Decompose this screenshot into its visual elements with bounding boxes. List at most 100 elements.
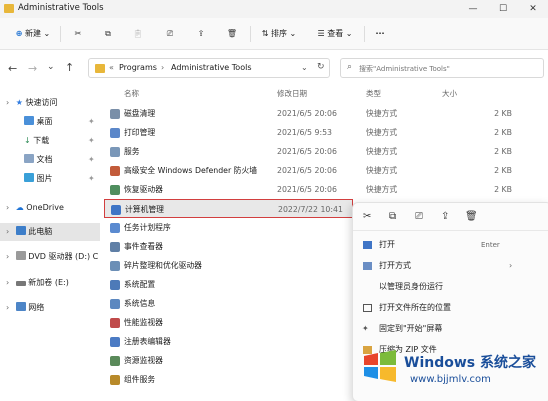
navigation-pane: › ★ 快速访问 桌面 ✦ ↓ 下载 ✦ 文档 ✦ 图片 ✦ › ☁ OneDr…: [0, 86, 100, 401]
refresh-icon[interactable]: ↻: [317, 62, 325, 72]
more-button[interactable]: ···: [370, 25, 390, 43]
paste-icon[interactable]: 📋︎: [128, 25, 148, 43]
shortcut-icon: [110, 147, 120, 157]
file-type: 快捷方式: [366, 109, 398, 118]
rename-icon[interactable]: ⎚: [160, 25, 180, 43]
rename-icon[interactable]: ⎚: [415, 211, 423, 222]
file-date: 2021/6/5 20:06: [277, 185, 337, 194]
menu-item-open[interactable]: 打开 Enter: [353, 235, 548, 255]
shortcut-icon: [110, 375, 120, 385]
file-type: 快捷方式: [366, 185, 398, 194]
file-name: 打印管理: [124, 128, 156, 137]
cloud-icon: ☁: [15, 203, 24, 212]
expand-chevron-icon[interactable]: ›: [6, 203, 9, 212]
sidebar-item-new-volume[interactable]: › 新加卷 (E:): [0, 274, 100, 292]
share-icon[interactable]: ⇪: [441, 211, 449, 222]
file-name: 资源监视器: [124, 356, 163, 365]
expand-chevron-icon[interactable]: ›: [6, 278, 9, 287]
view-button[interactable]: ☰ 查看 ⌄: [312, 25, 358, 43]
watermark-title: Windows 系统之家: [404, 355, 536, 371]
expand-chevron-icon[interactable]: ›: [6, 98, 9, 107]
file-row[interactable]: 高级安全 Windows Defender 防火墙 2021/6/5 20:06 快…: [104, 161, 548, 180]
sidebar-item-network[interactable]: › 网络: [0, 299, 100, 317]
copy-icon[interactable]: ⧉: [389, 211, 396, 222]
file-size: 2 KB: [494, 128, 512, 137]
menu-item-pin-start[interactable]: ✦ 固定到"开始"屏幕: [353, 319, 548, 339]
file-date: 2021/6/5 20:06: [277, 166, 337, 175]
shortcut-icon: [110, 109, 120, 119]
shortcut-icon: [110, 223, 120, 233]
close-button[interactable]: ✕: [518, 0, 548, 18]
pin-icon: ✦: [88, 155, 95, 164]
file-row[interactable]: 服务 2021/6/5 20:06 快捷方式 2 KB: [104, 142, 548, 161]
cut-icon[interactable]: ✂: [68, 25, 88, 43]
sidebar-label: 网络: [28, 303, 45, 312]
forward-icon[interactable]: →: [28, 62, 37, 75]
up-icon[interactable]: ↑: [65, 61, 74, 74]
sidebar-item-onedrive[interactable]: › ☁ OneDrive: [0, 199, 100, 217]
watermark: Windows 系统之家 www.bjjmlv.com: [360, 340, 548, 400]
status-bar: [0, 392, 548, 401]
maximize-button[interactable]: ☐: [488, 0, 518, 18]
file-name: 性能监视器: [124, 318, 163, 327]
view-label: 查看: [327, 29, 344, 38]
overflow-chevron[interactable]: «: [109, 63, 114, 72]
pin-icon: ✦: [88, 136, 95, 145]
sidebar-item-pictures[interactable]: 图片 ✦: [0, 170, 100, 188]
expand-chevron-icon[interactable]: ›: [6, 303, 9, 312]
sort-button[interactable]: ⇅ 排序 ⌄: [256, 25, 302, 43]
minimize-button[interactable]: —: [458, 0, 488, 18]
breadcrumb-separator-icon: ›: [161, 63, 165, 72]
share-icon[interactable]: ⇪: [191, 25, 211, 43]
menu-item-run-as-admin[interactable]: 以管理员身份运行: [353, 277, 548, 297]
chevron-down-icon: ⌄: [289, 29, 297, 38]
breadcrumb-admin-tools[interactable]: Administrative Tools: [171, 63, 251, 72]
watermark-url: www.bjjmlv.com: [410, 374, 491, 385]
new-label: 新建: [25, 29, 41, 38]
sidebar-item-downloads[interactable]: ↓ 下载 ✦: [0, 132, 100, 150]
file-row[interactable]: 磁盘清理 2021/6/5 20:06 快捷方式 2 KB: [104, 104, 548, 123]
sidebar-item-documents[interactable]: 文档 ✦: [0, 151, 100, 169]
column-header-type[interactable]: 类型: [366, 86, 381, 102]
shortcut-icon: [110, 356, 120, 366]
sidebar-item-quick-access[interactable]: › ★ 快速访问: [0, 94, 100, 112]
search-box[interactable]: ⌕ 搜索"Administrative Tools": [340, 58, 544, 78]
sidebar-item-desktop[interactable]: 桌面 ✦: [0, 113, 100, 131]
column-header-size[interactable]: 大小: [442, 86, 457, 102]
sidebar-item-this-pc[interactable]: › 此电脑: [0, 223, 100, 241]
new-button[interactable]: ⊕ 新建 ⌄: [10, 25, 56, 43]
file-date: 2021/6/5 9:53: [277, 128, 333, 137]
delete-icon[interactable]: 🗑︎: [465, 211, 478, 222]
sidebar-item-dvd-drive[interactable]: › DVD 驱动器 (D:) C: [0, 248, 100, 266]
search-icon: ⌕: [347, 62, 353, 72]
menu-label: 打开文件所在的位置: [379, 303, 451, 312]
copy-icon[interactable]: ⧉: [98, 25, 118, 43]
back-icon[interactable]: ←: [8, 62, 17, 75]
file-row[interactable]: 恢复驱动器 2021/6/5 20:06 快捷方式 2 KB: [104, 180, 548, 199]
drive-icon: [15, 281, 26, 286]
dvd-icon: [15, 251, 26, 260]
command-bar: ⊕ 新建 ⌄ ✂ ⧉ 📋︎ ⎚ ⇪ 🗑︎ ⇅ 排序 ⌄ ☰ 查看 ⌄ ···: [0, 18, 548, 50]
file-row[interactable]: 打印管理 2021/6/5 9:53 快捷方式 2 KB: [104, 123, 548, 142]
expand-chevron-icon[interactable]: ›: [6, 252, 9, 261]
address-dropdown-icon[interactable]: ⌄: [301, 63, 308, 72]
menu-item-open-with[interactable]: 打开方式 ›: [353, 256, 548, 276]
file-name: 服务: [124, 147, 140, 156]
address-bar[interactable]: « Programs › Administrative Tools ⌄ ↻: [88, 58, 330, 78]
file-size: 2 KB: [494, 185, 512, 194]
recent-chevron-icon[interactable]: ⌄: [47, 62, 55, 72]
sidebar-label: 图片: [36, 174, 53, 183]
sidebar-label: OneDrive: [26, 203, 64, 212]
breadcrumb-programs[interactable]: Programs: [119, 63, 157, 72]
cut-icon[interactable]: ✂: [363, 211, 371, 222]
expand-chevron-icon[interactable]: ›: [6, 227, 9, 236]
column-header-date[interactable]: 修改日期: [277, 86, 307, 102]
download-icon: ↓: [24, 136, 31, 145]
menu-label: 打开: [379, 240, 395, 249]
windows-logo-icon: [364, 350, 396, 382]
menu-item-open-location[interactable]: 打开文件所在的位置: [353, 298, 548, 318]
delete-icon[interactable]: 🗑︎: [222, 25, 242, 43]
file-row[interactable]: 计算机管理 2022/7/22 10:41: [104, 199, 353, 218]
pin-icon: ✦: [88, 117, 95, 126]
column-header-name[interactable]: 名称: [124, 86, 139, 102]
